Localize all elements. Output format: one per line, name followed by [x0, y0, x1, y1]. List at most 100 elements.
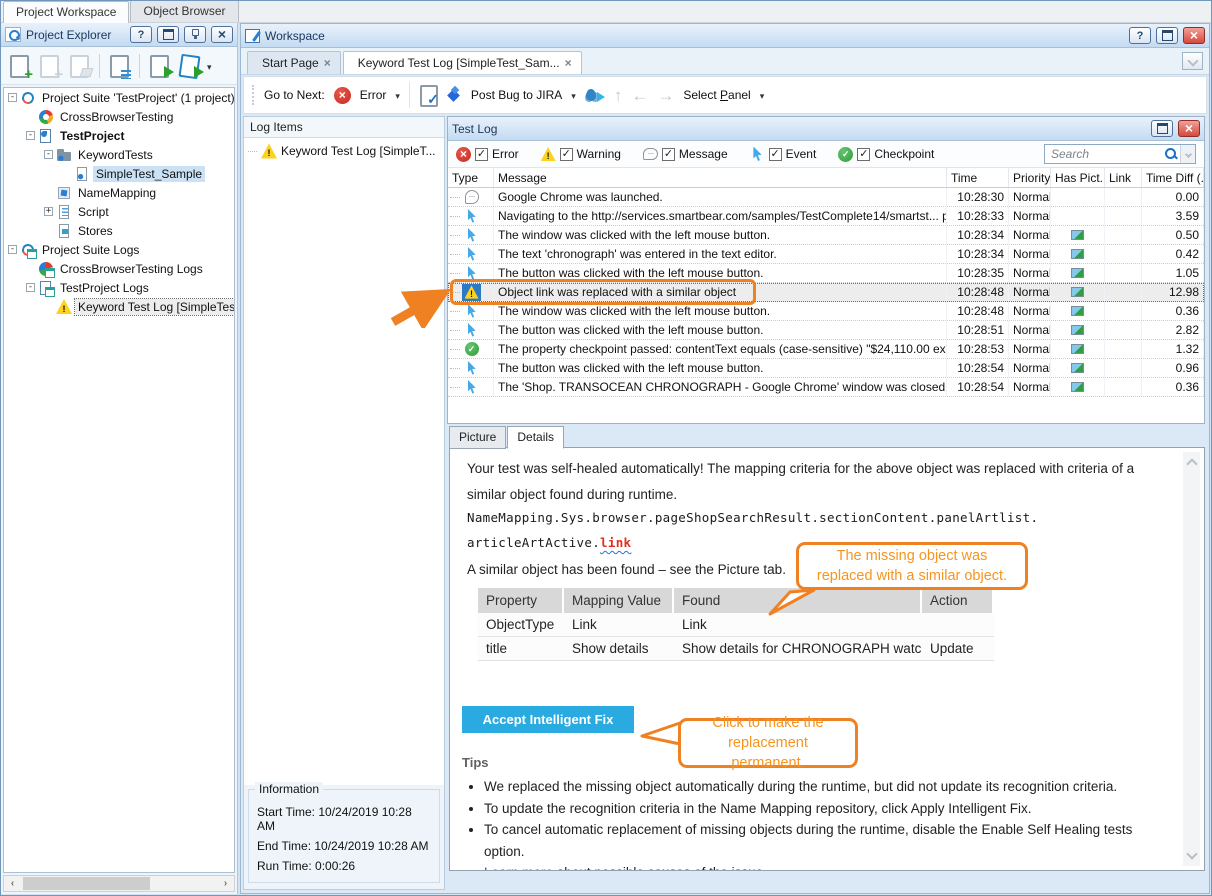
filter-checkbox[interactable]	[662, 148, 675, 161]
nav-forward-button[interactable]: →	[657, 87, 674, 104]
open-item-button[interactable]	[67, 53, 92, 79]
add-existing-item-button[interactable]	[37, 53, 62, 79]
run-project-button[interactable]	[147, 53, 172, 79]
tree-horizontal-scrollbar[interactable]: ‹ ›	[3, 875, 235, 892]
tree-item[interactable]: CrossBrowserTesting	[4, 107, 234, 126]
go-to-next-error-dropdown[interactable]: Error	[360, 88, 387, 102]
tree-expander[interactable]: -	[8, 93, 17, 102]
tree-expander[interactable]: -	[8, 245, 17, 254]
scroll-left-icon[interactable]: ‹	[4, 876, 21, 891]
action-cell[interactable]: Update	[922, 637, 994, 660]
select-panel-dropdown[interactable]: Select Panel	[683, 88, 750, 102]
restore-button[interactable]	[1156, 27, 1178, 44]
accept-intelligent-fix-button[interactable]: Accept Intelligent Fix	[462, 706, 634, 733]
tree-expander[interactable]: -	[26, 131, 35, 140]
dropdown-caret[interactable]	[760, 88, 765, 102]
tree-item[interactable]: - KeywordTests	[4, 145, 234, 164]
log-item[interactable]: Keyword Test Log [SimpleT...	[244, 142, 444, 160]
log-row[interactable]: The button was clicked with the left mou…	[448, 321, 1204, 340]
filter-checkbox[interactable]	[769, 148, 782, 161]
help-button[interactable]	[1129, 27, 1151, 44]
scroll-up-icon[interactable]	[1186, 458, 1197, 469]
log-row[interactable]: The property checkpoint passed: contentT…	[448, 340, 1204, 359]
document-tab[interactable]: Project Workspace	[3, 1, 129, 23]
organize-items-button[interactable]	[107, 53, 132, 79]
mapping-link[interactable]: link	[600, 535, 631, 550]
tree-item[interactable]: SimpleTest_Sample	[4, 164, 234, 183]
dropdown-caret[interactable]	[395, 88, 400, 102]
filter-checkbox[interactable]	[475, 148, 488, 161]
filter-checkbox[interactable]	[560, 148, 573, 161]
filter-toggle[interactable]: Event	[750, 147, 817, 162]
run-options-caret[interactable]	[207, 59, 212, 73]
tree-item[interactable]: Keyword Test Log [SimpleTest_S	[4, 297, 234, 316]
log-row[interactable]: Google Chrome was launched. 10:28:30 Nor…	[448, 188, 1204, 207]
log-row[interactable]: The window was clicked with the left mou…	[448, 226, 1204, 245]
scrollbar-thumb[interactable]	[23, 877, 150, 890]
run-project-suite-button[interactable]	[177, 53, 202, 79]
search-icon[interactable]	[1164, 147, 1178, 161]
tree-item[interactable]: Stores	[4, 221, 234, 240]
filter-toggle[interactable]: Message	[643, 147, 728, 162]
scroll-right-icon[interactable]: ›	[217, 876, 234, 891]
log-row[interactable]: The button was clicked with the left mou…	[448, 359, 1204, 378]
nav-back-button[interactable]: ←	[631, 87, 648, 104]
log-column-header[interactable]: Link	[1105, 168, 1142, 187]
create-issue-icon[interactable]	[419, 85, 437, 105]
tree-expander[interactable]: +	[44, 207, 53, 216]
details-scrollbar[interactable]	[1183, 452, 1200, 866]
restore-button[interactable]	[157, 26, 179, 43]
log-column-header[interactable]: Priority	[1009, 168, 1051, 187]
detail-tab[interactable]: Details	[507, 426, 564, 449]
log-row[interactable]: Navigating to the http://services.smartb…	[448, 207, 1204, 226]
tree-item[interactable]: - Project Suite 'TestProject' (1 project…	[4, 88, 234, 107]
log-column-header[interactable]: Has Pict...	[1051, 168, 1105, 187]
filter-toggle[interactable]: Error	[456, 147, 519, 162]
log-row[interactable]: The text 'chronograph' was entered in th…	[448, 245, 1204, 264]
filter-checkbox[interactable]	[857, 148, 870, 161]
search-options-caret[interactable]	[1180, 145, 1195, 163]
filter-toggle[interactable]: Checkpoint	[838, 147, 934, 162]
log-column-header[interactable]: Type	[448, 168, 494, 187]
log-row[interactable]: The 'Shop. TRANSOCEAN CHRONOGRAPH - Goog…	[448, 378, 1204, 397]
learn-more-link[interactable]: Learn more	[484, 865, 553, 871]
tab-overflow-button[interactable]	[1182, 52, 1203, 70]
close-button[interactable]	[211, 26, 233, 43]
log-row[interactable]: The button was clicked with the left mou…	[448, 264, 1204, 283]
pin-button[interactable]	[184, 26, 206, 43]
tab-close-icon[interactable]	[565, 56, 572, 70]
search-input[interactable]	[1051, 147, 1164, 161]
post-bug-to-jira-dropdown[interactable]: Post Bug to JIRA	[471, 88, 562, 102]
tree-item[interactable]: - Project Suite Logs	[4, 240, 234, 259]
nav-up-button[interactable]: ↑	[614, 87, 623, 104]
report-bug-icon[interactable]	[585, 87, 605, 103]
log-column-header[interactable]: Time	[947, 168, 1009, 187]
tab-close-icon[interactable]	[324, 56, 331, 70]
tree-item[interactable]: NameMapping	[4, 183, 234, 202]
toolbar-grip[interactable]	[252, 85, 254, 105]
restore-button[interactable]	[1151, 120, 1173, 137]
workspace-tab[interactable]: Keyword Test Log [SimpleTest_Sam...	[343, 51, 582, 74]
log-column-header[interactable]: Message	[494, 168, 947, 187]
log-type-icon	[465, 304, 479, 318]
action-cell[interactable]	[922, 613, 994, 636]
add-new-item-button[interactable]	[7, 53, 32, 79]
tree-expander[interactable]: -	[44, 150, 53, 159]
tree-item[interactable]: - TestProject	[4, 126, 234, 145]
help-button[interactable]	[130, 26, 152, 43]
tree-item[interactable]: - TestProject Logs	[4, 278, 234, 297]
dropdown-caret[interactable]	[571, 88, 576, 102]
log-column-header[interactable]: Time Diff (...	[1142, 168, 1204, 187]
workspace-tab[interactable]: Start Page	[247, 51, 341, 74]
detail-tab[interactable]: Picture	[449, 426, 506, 449]
tree-item[interactable]: CrossBrowserTesting Logs	[4, 259, 234, 278]
log-row[interactable]: Object link was replaced with a similar …	[448, 283, 1204, 302]
close-button[interactable]	[1178, 120, 1200, 137]
log-row[interactable]: The window was clicked with the left mou…	[448, 302, 1204, 321]
tree-item[interactable]: + Script	[4, 202, 234, 221]
filter-toggle[interactable]: Warning	[541, 147, 621, 162]
document-tab[interactable]: Object Browser	[130, 0, 238, 22]
scroll-down-icon[interactable]	[1186, 848, 1197, 859]
tree-expander[interactable]: -	[26, 283, 35, 292]
close-button[interactable]	[1183, 27, 1205, 44]
